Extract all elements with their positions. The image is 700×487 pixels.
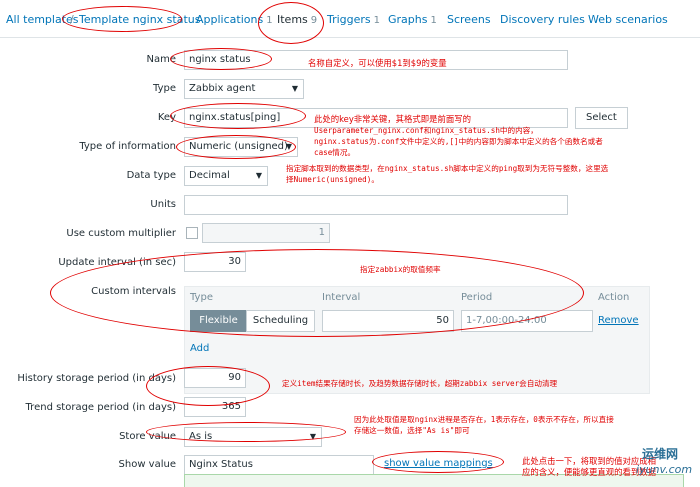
tab-graphs[interactable]: Graphs 1	[388, 13, 437, 26]
data-type-select[interactable]: Decimal ▼	[184, 166, 268, 186]
tab-triggers-label: Triggers	[327, 13, 371, 26]
ci-type-header: Type	[190, 292, 213, 303]
watermark-brand: 运维网	[642, 447, 679, 461]
tab-screens[interactable]: Screens	[447, 13, 491, 26]
watermark-logo: 运维网 iyunv.com	[612, 445, 694, 483]
custom-multiplier-label: Use custom multiplier	[66, 228, 176, 239]
data-type-label: Data type	[126, 170, 176, 181]
ci-scheduling-toggle[interactable]: Scheduling	[246, 310, 315, 332]
annotation-store-note-2: 存储这一数值，选择"As is"即可	[354, 426, 470, 435]
annotation-interval-note: 指定zabbix的取值频率	[360, 265, 441, 274]
tab-bar: All templates / Template nginx status Ap…	[0, 0, 700, 38]
breadcrumb-template[interactable]: Template nginx status	[79, 13, 200, 26]
chevron-down-icon: ▼	[255, 171, 262, 180]
custom-multiplier-input[interactable]: 1	[202, 223, 330, 243]
trend-storage-label: Trend storage period (in days)	[25, 402, 176, 413]
store-value-select[interactable]: As is ▼	[184, 427, 322, 447]
tab-discovery-rules[interactable]: Discovery rules	[500, 13, 585, 26]
tab-graphs-label: Graphs	[388, 13, 428, 26]
tab-applications-count: 1	[266, 15, 273, 26]
tab-items-count: 9	[310, 15, 318, 26]
annotation-key-note-4: case情况。	[314, 148, 356, 157]
annotation-key-note-1: 此处的key非常关键，其格式即是前面写的	[314, 114, 472, 124]
history-storage-input[interactable]: 90	[184, 368, 246, 388]
annotation-type-note-2: 择Numeric(unsigned)。	[286, 175, 379, 184]
ci-interval-header: Interval	[322, 292, 361, 303]
select-button[interactable]: Select	[575, 107, 628, 129]
chevron-down-icon: ▼	[309, 432, 316, 441]
show-value-label: Show value	[118, 459, 176, 470]
watermark-sub: iyunv.com	[636, 463, 693, 476]
show-value-select[interactable]: Nginx Status	[184, 455, 374, 475]
tab-applications[interactable]: Applications 1	[196, 13, 273, 26]
show-value-value: Nginx Status	[189, 459, 253, 470]
key-label: Key	[157, 112, 176, 123]
annotation-key-note-3: nginx.status为.conf文件中定义的,[]中的内容即为脚本中定义的各…	[314, 137, 603, 146]
type-of-information-label: Type of information	[79, 141, 176, 152]
annotation-key-note-2: Userparameter_nginx.conf和nginx_status.sh…	[314, 126, 538, 135]
tab-triggers[interactable]: Triggers 1	[327, 13, 380, 26]
breadcrumb-all-templates[interactable]: All templates	[6, 13, 79, 26]
show-value-mappings-link[interactable]: show value mappings	[384, 458, 493, 469]
tab-items-label: Items	[277, 13, 308, 26]
ci-action-header: Action	[598, 292, 630, 303]
type-select[interactable]: Zabbix agent ▼	[184, 79, 304, 99]
ci-flexible-toggle[interactable]: Flexible	[190, 310, 247, 332]
tab-graphs-count: 1	[430, 15, 437, 26]
annotation-store-note-1: 因为此处取值是取nginx进程是否存在，1表示存在，0表示不存在，所以直接	[354, 415, 614, 424]
update-interval-label: Update interval (in sec)	[58, 257, 176, 268]
annotation-history-note: 定义item结果存储时长，及趋势数据存储时长，超期zabbix server会自…	[282, 379, 558, 388]
type-label: Type	[153, 83, 176, 94]
ci-period-header: Period	[461, 292, 493, 303]
ci-period-input[interactable]: 1-7,00:00-24:00	[461, 310, 593, 332]
ci-remove-link[interactable]: Remove	[598, 315, 639, 326]
type-of-information-select[interactable]: Numeric (unsigned) ▼	[184, 137, 298, 157]
breadcrumb-separator: /	[70, 13, 74, 26]
chevron-down-icon: ▼	[291, 84, 298, 93]
store-value-label: Store value	[119, 431, 176, 442]
type-of-information-value: Numeric (unsigned)	[189, 141, 288, 152]
chevron-down-icon: ▼	[285, 142, 292, 151]
custom-intervals-label: Custom intervals	[91, 286, 176, 297]
units-input[interactable]	[184, 195, 568, 215]
units-label: Units	[150, 199, 176, 210]
annotation-type-note-1: 指定脚本取到的数据类型，在nginx_status.sh脚本中定义的ping取到…	[286, 164, 609, 173]
data-type-value: Decimal	[189, 170, 230, 181]
name-label: Name	[146, 54, 176, 65]
tab-items[interactable]: Items 9	[277, 13, 317, 26]
tab-triggers-count: 1	[373, 15, 381, 26]
history-storage-label: History storage period (in days)	[17, 373, 176, 384]
annotation-name-note: 名称自定义，可以使用$1到$9的变量	[308, 58, 447, 68]
tab-web-scenarios[interactable]: Web scenarios	[588, 13, 668, 26]
ci-add-link[interactable]: Add	[190, 343, 209, 354]
tab-applications-label: Applications	[196, 13, 264, 26]
trend-storage-input[interactable]: 365	[184, 397, 246, 417]
type-select-value: Zabbix agent	[189, 83, 256, 94]
ci-interval-input[interactable]: 50	[322, 310, 454, 332]
custom-multiplier-checkbox[interactable]	[186, 227, 198, 239]
store-value-value: As is	[189, 431, 213, 442]
update-interval-input[interactable]: 30	[184, 252, 246, 272]
